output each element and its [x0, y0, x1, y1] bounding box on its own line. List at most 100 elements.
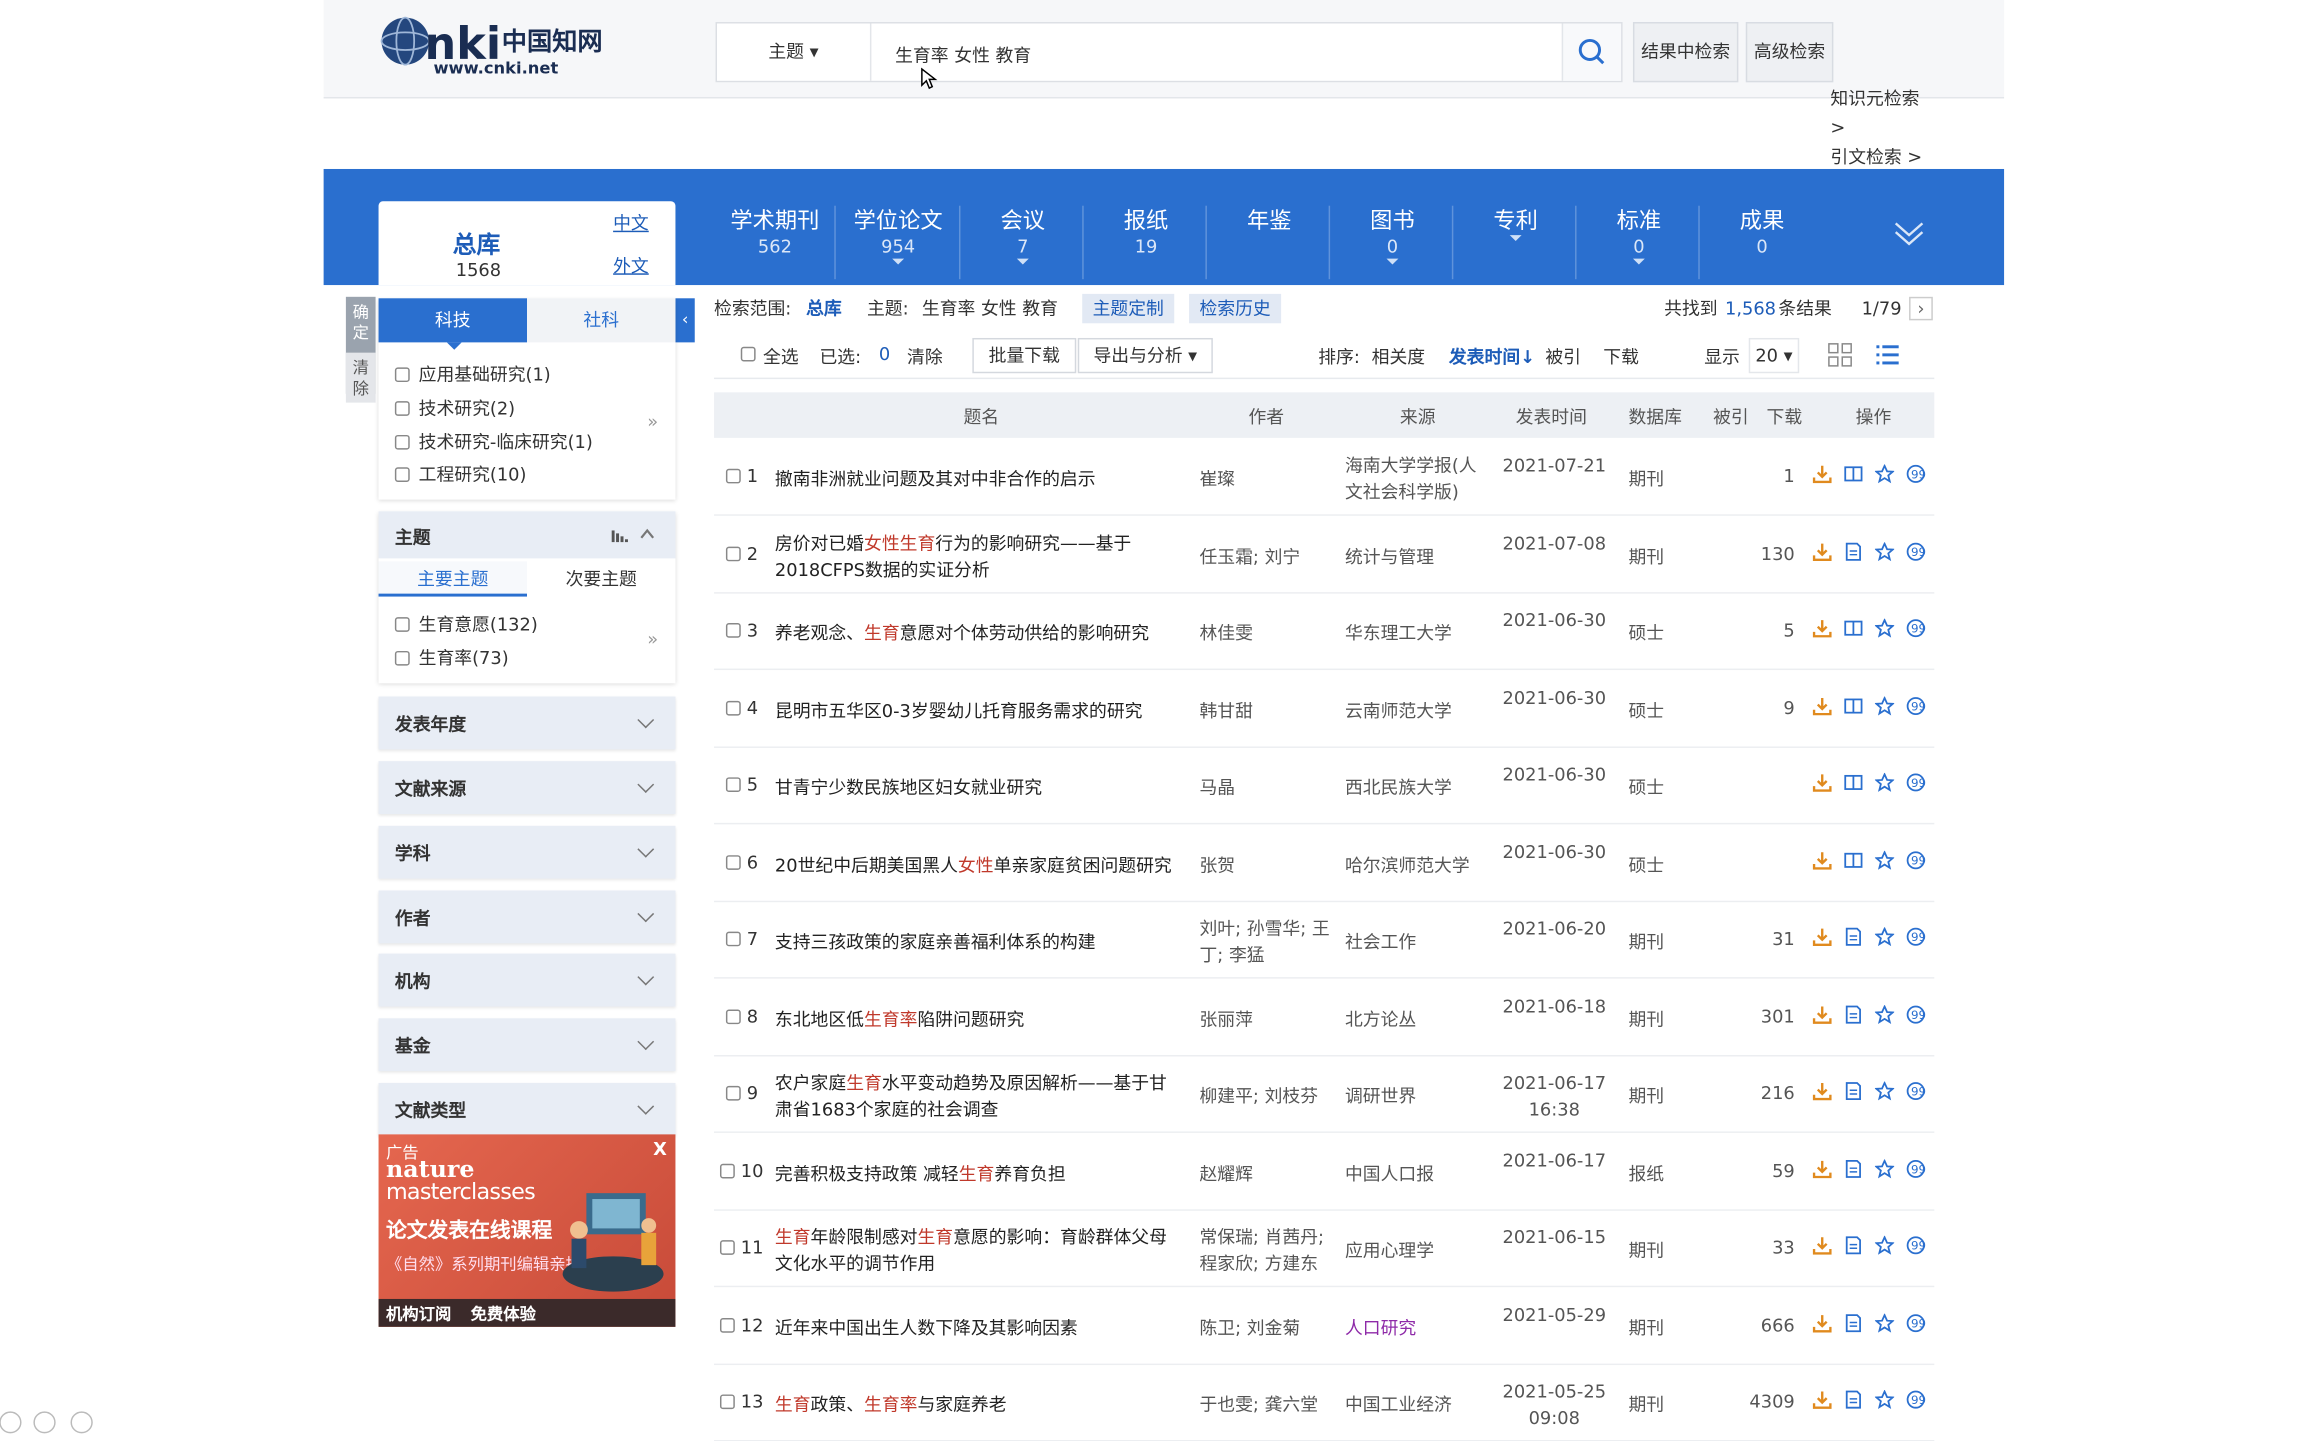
favorite-star-icon[interactable] [1874, 1312, 1895, 1332]
result-title-link[interactable]: 昆明市五华区0-3岁婴幼儿托育服务需求的研究 [775, 684, 1185, 737]
download-icon[interactable] [1812, 1004, 1832, 1024]
result-source[interactable]: 人口研究 [1345, 1301, 1493, 1354]
sort-cited[interactable]: 被引 [1545, 344, 1581, 369]
ad-close-button[interactable]: X [653, 1139, 667, 1160]
tab-sub-topic[interactable]: 次要主题 [527, 561, 675, 596]
favorite-star-icon[interactable] [1874, 1081, 1895, 1101]
search-button[interactable] [1561, 23, 1622, 81]
cite-quote-icon[interactable]: 99 [1906, 850, 1925, 869]
result-title-link[interactable]: 近年来中国出生人数下降及其影响因素 [775, 1301, 1185, 1354]
checkbox[interactable] [394, 401, 410, 416]
cite-quote-icon[interactable]: 99 [1906, 696, 1925, 715]
result-source[interactable]: 统计与管理 [1345, 530, 1493, 583]
result-source[interactable]: 社会工作 [1345, 915, 1493, 968]
download-icon[interactable] [1812, 927, 1832, 946]
tab-main-topic[interactable]: 主要主题 [378, 561, 527, 597]
batch-download-button[interactable]: 批量下载 [972, 337, 1077, 374]
search-history-button[interactable]: 检索历史 [1189, 293, 1282, 324]
download-icon[interactable] [1812, 1159, 1832, 1178]
row-checkbox[interactable] [725, 623, 741, 638]
result-authors[interactable]: 韩甘甜 [1199, 684, 1336, 737]
download-icon[interactable] [1812, 1081, 1832, 1101]
cite-quote-icon[interactable]: 99 [1906, 927, 1925, 946]
checkbox[interactable] [394, 617, 410, 632]
row-checkbox[interactable] [725, 468, 741, 484]
db-tab-2[interactable]: 会议 7 [960, 206, 1085, 279]
result-title-link[interactable]: 支持三孩政策的家庭亲善福利体系的构建 [775, 915, 1185, 968]
next-page-button[interactable]: › [1909, 296, 1933, 321]
download-icon[interactable] [1812, 619, 1832, 638]
download-icon[interactable] [1812, 1390, 1832, 1409]
tab-sheke[interactable]: 社科 [526, 298, 676, 343]
db-tab-5[interactable]: 图书 0 [1330, 206, 1455, 279]
row-checkbox[interactable] [719, 1317, 735, 1333]
all-database-tab[interactable]: 总库 1568 中文 外文 [378, 201, 676, 286]
sort-date[interactable]: 发表时间↓ [1449, 344, 1535, 369]
favorite-star-icon[interactable] [1874, 1004, 1895, 1024]
checkbox[interactable] [394, 650, 410, 666]
download-icon[interactable] [1812, 773, 1832, 792]
result-source[interactable]: 哈尔滨师范大学 [1345, 838, 1493, 891]
sort-relevance[interactable]: 相关度 [1372, 344, 1425, 369]
result-title-link[interactable]: 完善积极支持政策 减轻生育养育负担 [775, 1147, 1185, 1200]
facet-2[interactable]: 学科 [378, 825, 676, 879]
result-authors[interactable]: 任玉霜; 刘宁 [1199, 530, 1336, 583]
collapse-sidebar-button[interactable]: ‹ [675, 298, 695, 343]
result-source[interactable]: 中国人口报 [1345, 1147, 1493, 1200]
download-icon[interactable] [1812, 464, 1832, 484]
favorite-star-icon[interactable] [1874, 927, 1895, 947]
foreign-lang-link[interactable]: 外文 [613, 253, 649, 278]
cite-quote-icon[interactable]: 99 [1906, 773, 1925, 792]
chinese-lang-link[interactable]: 中文 [613, 210, 649, 235]
html-read-icon[interactable] [1844, 1081, 1863, 1100]
export-analysis-button[interactable]: 导出与分析 ▾ [1077, 337, 1213, 374]
clear-selection-button[interactable]: 清除 [907, 344, 943, 369]
search-in-results-button[interactable]: 结果中检索 [1632, 22, 1739, 83]
favorite-star-icon[interactable] [1874, 464, 1895, 484]
favorite-star-icon[interactable] [1874, 1158, 1895, 1178]
result-source[interactable]: 华东理工大学 [1345, 607, 1493, 660]
zoom-controls-icon[interactable] [0, 1408, 104, 1437]
favorite-star-icon[interactable] [1874, 772, 1895, 792]
result-authors[interactable]: 张丽萍 [1199, 993, 1336, 1046]
html-read-icon[interactable] [1844, 541, 1863, 560]
header-download[interactable]: 下载 [1767, 404, 1803, 429]
clear-filters-button[interactable]: 清除 [345, 352, 376, 403]
header-title[interactable]: 题名 [963, 404, 999, 429]
ad-subscribe[interactable]: 机构订阅 [386, 1302, 451, 1326]
result-title-link[interactable]: 撤南非洲就业问题及其对中非合作的启示 [775, 453, 1185, 506]
row-checkbox[interactable] [725, 700, 741, 715]
research-type-item[interactable]: 技术研究-临床研究(1) [394, 429, 593, 455]
knowledge-search-link[interactable]: 知识元检索 > [1830, 84, 1919, 143]
result-source[interactable]: 调研世界 [1345, 1070, 1493, 1123]
html-read-icon[interactable] [1844, 1236, 1863, 1255]
cite-quote-icon[interactable]: 99 [1906, 1159, 1925, 1178]
page-size-select[interactable]: 20 ▾ [1748, 337, 1800, 374]
read-online-icon[interactable] [1844, 464, 1863, 483]
facet-4[interactable]: 机构 [378, 953, 676, 1007]
cite-quote-icon[interactable]: 99 [1906, 1004, 1925, 1023]
topic-panel-header[interactable]: 主题 [378, 511, 676, 559]
expand-databases-button[interactable] [1893, 217, 1926, 249]
db-tab-1[interactable]: 学位论文 954 [836, 206, 961, 279]
result-title-link[interactable]: 房价对已婚女性生育行为的影响研究——基于2018CFPS数据的实证分析 [775, 530, 1185, 583]
html-read-icon[interactable] [1844, 1004, 1863, 1023]
research-type-item[interactable]: 应用基础研究(1) [394, 361, 551, 387]
result-authors[interactable]: 刘叶; 孙雪华; 王丁; 李猛 [1199, 915, 1336, 968]
advanced-search-button[interactable]: 高级检索 [1745, 22, 1834, 83]
chart-icon[interactable] [611, 528, 630, 543]
citation-search-link[interactable]: 引文检索 > [1830, 143, 1949, 172]
download-icon[interactable] [1812, 1236, 1832, 1255]
result-source[interactable]: 西北民族大学 [1345, 761, 1493, 814]
row-checkbox[interactable] [725, 777, 741, 793]
grid-view-icon[interactable] [1827, 342, 1852, 367]
cite-quote-icon[interactable]: 99 [1906, 619, 1925, 638]
ad-banner[interactable]: 广告 X nature masterclasses 论文发表在线课程 《自然》系… [378, 1134, 676, 1327]
read-online-icon[interactable] [1844, 619, 1863, 638]
chevron-down-icon[interactable] [1016, 258, 1029, 265]
select-all-checkbox[interactable] [740, 346, 756, 362]
result-authors[interactable]: 柳建平; 刘枝芬 [1199, 1070, 1336, 1123]
row-checkbox[interactable] [725, 854, 741, 870]
checkbox[interactable] [394, 467, 410, 482]
db-tab-3[interactable]: 报纸 19 [1084, 206, 1209, 279]
